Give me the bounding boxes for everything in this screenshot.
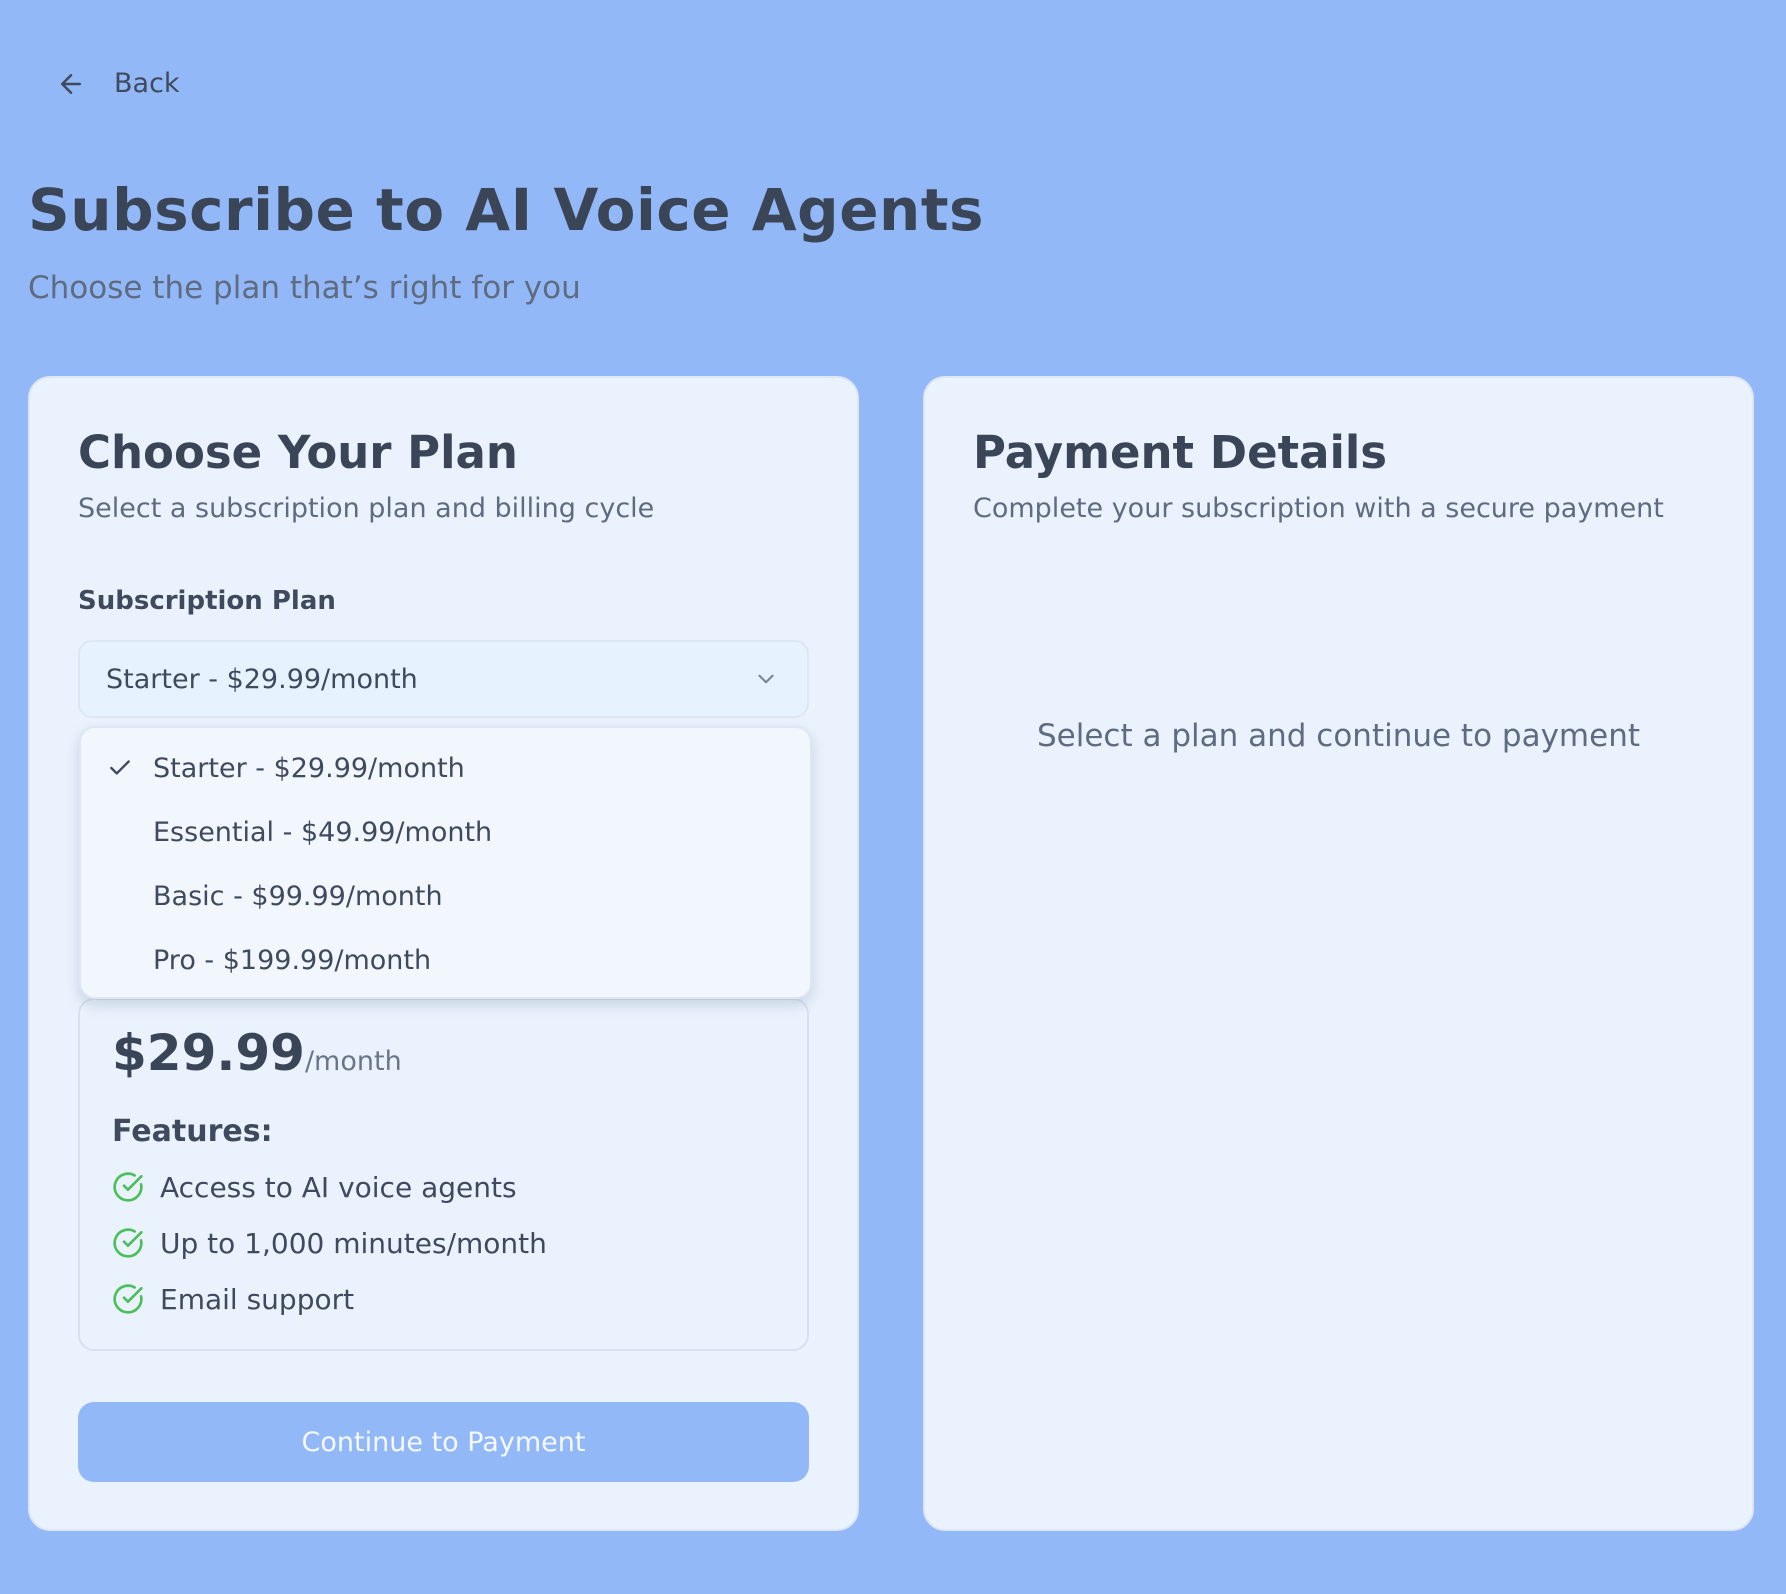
plan-dropdown-menu: Starter - $29.99/month Essential - $49.9… <box>79 726 812 999</box>
subscription-plan-select[interactable]: Starter - $29.99/month <box>78 640 809 718</box>
features-title: Features: <box>112 1114 273 1149</box>
plan-summary: $29.99 /month Features: Access to AI voi… <box>78 998 809 1351</box>
plan-option-basic[interactable]: Basic - $99.99/month <box>81 864 810 928</box>
plan-option-starter[interactable]: Starter - $29.99/month <box>81 736 810 800</box>
plan-card-subtitle: Select a subscription plan and billing c… <box>78 493 655 524</box>
feature-item: Email support <box>112 1282 547 1316</box>
plan-card-title: Choose Your Plan <box>78 426 518 479</box>
plan-price: $29.99 <box>112 1024 305 1082</box>
plan-option-label: Basic - $99.99/month <box>153 880 443 912</box>
feature-text: Access to AI voice agents <box>160 1170 517 1204</box>
plan-option-pro[interactable]: Pro - $199.99/month <box>81 928 810 992</box>
page-title: Subscribe to AI Voice Agents <box>28 176 985 244</box>
back-button[interactable]: Back <box>56 68 180 99</box>
check-circle-icon <box>113 1172 143 1202</box>
page: Back Subscribe to AI Voice Agents Choose… <box>0 0 1786 1594</box>
arrow-left-icon <box>61 73 81 94</box>
payment-card: Payment Details Complete your subscripti… <box>923 376 1754 1531</box>
payment-card-title: Payment Details <box>973 426 1388 479</box>
back-label: Back <box>114 68 180 99</box>
feature-text: Email support <box>160 1282 355 1316</box>
check-circle-icon <box>113 1284 143 1314</box>
selected-plan-value: Starter - $29.99/month <box>106 663 418 695</box>
page-subtitle: Choose the plan that’s right for you <box>28 270 581 306</box>
payment-card-subtitle: Complete your subscription with a secure… <box>973 493 1664 524</box>
feature-text: Up to 1,000 minutes/month <box>160 1226 547 1260</box>
continue-to-payment-button[interactable]: Continue to Payment <box>78 1402 809 1482</box>
plan-option-label: Essential - $49.99/month <box>153 816 493 848</box>
chevron-down-icon <box>758 674 774 684</box>
price-row: $29.99 /month <box>112 1024 402 1082</box>
check-icon <box>110 760 130 775</box>
plan-option-essential[interactable]: Essential - $49.99/month <box>81 800 810 864</box>
check-circle-icon <box>113 1228 143 1258</box>
plan-option-label: Pro - $199.99/month <box>153 944 432 976</box>
feature-item: Up to 1,000 minutes/month <box>112 1226 547 1260</box>
subscription-plan-label: Subscription Plan <box>78 586 336 616</box>
price-period: /month <box>304 1046 402 1077</box>
features-list: Access to AI voice agents Up to 1,000 mi… <box>112 1170 547 1338</box>
payment-empty-message: Select a plan and continue to payment <box>1036 718 1641 754</box>
feature-item: Access to AI voice agents <box>112 1170 547 1204</box>
plan-option-label: Starter - $29.99/month <box>153 752 465 784</box>
